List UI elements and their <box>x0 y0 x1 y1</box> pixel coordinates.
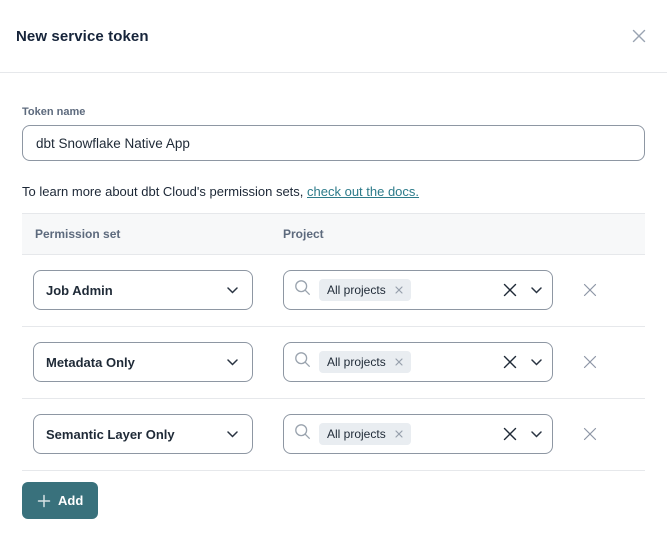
chevron-down-icon[interactable] <box>531 281 542 299</box>
chevron-down-icon <box>227 353 238 371</box>
project-chip: All projects <box>319 279 411 301</box>
permission-set-select[interactable]: Job Admin <box>33 270 253 310</box>
table-row: Job Admin All projects <box>22 255 645 327</box>
project-select[interactable]: All projects <box>283 342 553 382</box>
x-icon <box>582 282 598 298</box>
token-name-label: Token name <box>22 106 645 118</box>
project-column-header: Project <box>283 227 324 241</box>
modal-header: New service token <box>0 0 667 73</box>
search-icon <box>294 423 311 445</box>
chevron-down-icon <box>227 281 238 299</box>
page-title: New service token <box>16 28 149 45</box>
permission-info-text: To learn more about dbt Cloud's permissi… <box>22 184 645 199</box>
table-header-row: Permission set Project <box>22 213 645 255</box>
permissions-table: Permission set Project Job Admin All pro <box>22 213 645 471</box>
close-button[interactable] <box>627 24 651 48</box>
remove-row-button[interactable] <box>580 280 600 300</box>
project-select[interactable]: All projects <box>283 414 553 454</box>
permission-set-select[interactable]: Metadata Only <box>33 342 253 382</box>
close-icon <box>630 27 648 45</box>
info-text: To learn more about dbt Cloud's permissi… <box>22 184 307 199</box>
project-chip-label: All projects <box>327 427 386 441</box>
search-icon <box>294 351 311 373</box>
remove-chip-icon[interactable] <box>395 286 403 294</box>
new-service-token-modal: New service token Token name To learn mo… <box>0 0 667 547</box>
x-icon <box>582 426 598 442</box>
add-button-label: Add <box>58 493 83 508</box>
modal-body: Token name To learn more about dbt Cloud… <box>0 106 667 471</box>
chevron-down-icon[interactable] <box>531 425 542 443</box>
project-chip: All projects <box>319 423 411 445</box>
x-icon <box>582 354 598 370</box>
permission-set-column-header: Permission set <box>35 227 283 241</box>
clear-selection-icon[interactable] <box>503 355 517 369</box>
remove-row-button[interactable] <box>580 352 600 372</box>
remove-chip-icon[interactable] <box>395 358 403 366</box>
project-chip-label: All projects <box>327 283 386 297</box>
docs-link[interactable]: check out the docs. <box>307 184 419 199</box>
clear-selection-icon[interactable] <box>503 427 517 441</box>
add-row-button[interactable]: Add <box>22 482 98 519</box>
permission-set-select[interactable]: Semantic Layer Only <box>33 414 253 454</box>
table-row: Metadata Only All projects <box>22 327 645 399</box>
chevron-down-icon[interactable] <box>531 353 542 371</box>
clear-selection-icon[interactable] <box>503 283 517 297</box>
permission-set-value: Semantic Layer Only <box>46 427 175 442</box>
project-chip-label: All projects <box>327 355 386 369</box>
plus-icon <box>37 494 51 508</box>
table-row: Semantic Layer Only All projects <box>22 399 645 471</box>
search-icon <box>294 279 311 301</box>
project-chip: All projects <box>319 351 411 373</box>
remove-row-button[interactable] <box>580 424 600 444</box>
permission-set-value: Metadata Only <box>46 355 135 370</box>
remove-chip-icon[interactable] <box>395 430 403 438</box>
chevron-down-icon <box>227 425 238 443</box>
token-name-input[interactable] <box>22 125 645 161</box>
project-select[interactable]: All projects <box>283 270 553 310</box>
permission-set-value: Job Admin <box>46 283 113 298</box>
